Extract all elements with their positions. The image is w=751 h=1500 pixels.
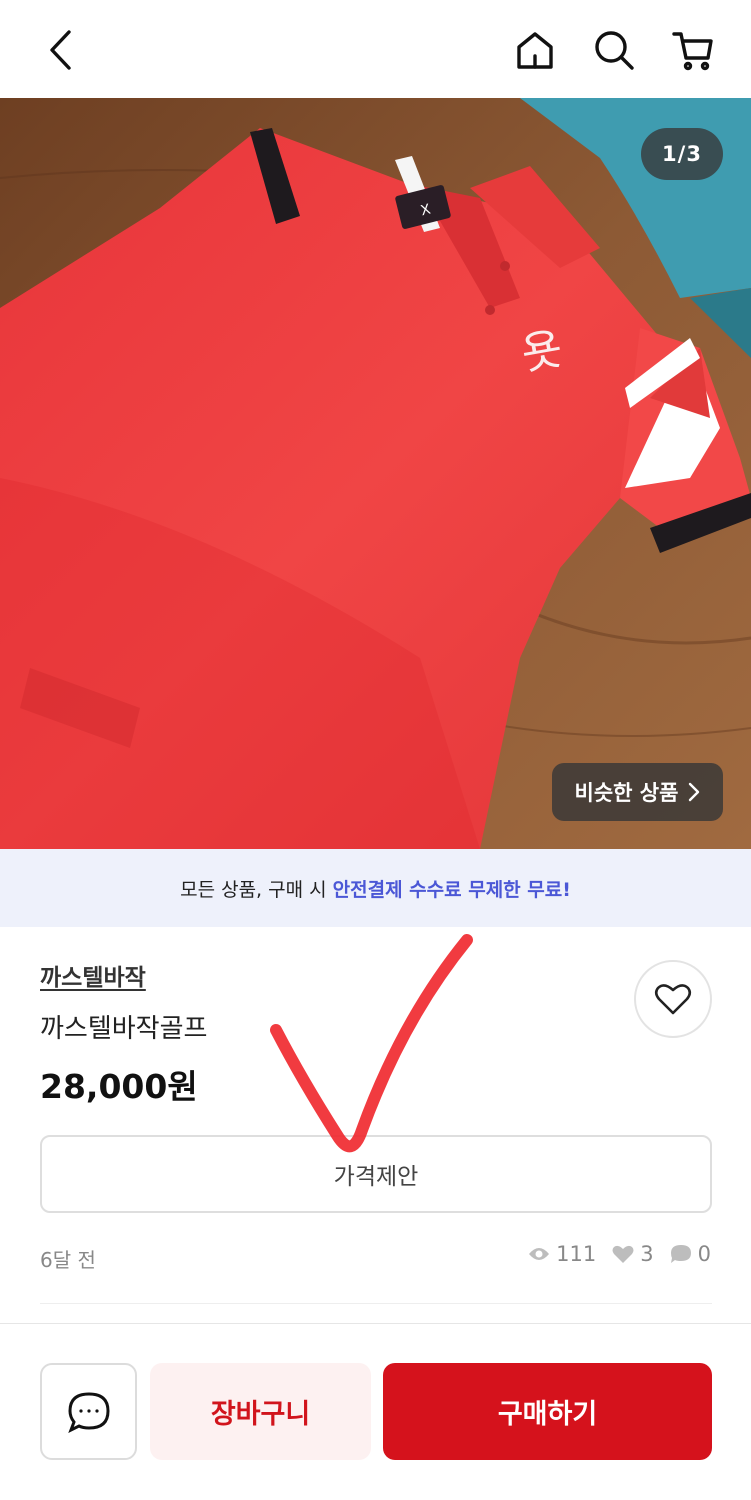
cart-button[interactable]	[667, 24, 719, 76]
price-offer-label: 가격제안	[333, 1164, 419, 1190]
banner-text: 모든 상품, 구매 시	[180, 878, 327, 901]
product-price: 28,000원	[40, 1067, 198, 1106]
top-app-bar	[0, 0, 751, 98]
add-to-cart-label: 장바구니	[210, 1399, 311, 1430]
view-count: 111	[528, 1242, 596, 1266]
similar-products-label: 비슷한 상품	[574, 781, 679, 805]
promo-banner[interactable]: 모든 상품, 구매 시 안전결제 수수료 무제한 무료!	[0, 849, 751, 927]
buy-now-label: 구매하기	[497, 1399, 598, 1430]
heart-icon	[654, 984, 692, 1015]
chat-count: 0	[670, 1242, 711, 1266]
back-icon	[50, 30, 71, 70]
buy-now-button[interactable]: 구매하기	[383, 1363, 712, 1460]
search-button[interactable]	[588, 24, 640, 76]
eye-icon	[529, 1248, 550, 1260]
cart-icon	[672, 32, 713, 71]
bottom-bar-divider	[0, 1323, 751, 1324]
seller-link[interactable]: 까스텔바작	[40, 958, 146, 992]
like-button[interactable]	[634, 960, 712, 1038]
search-icon	[595, 31, 634, 70]
like-count-value: 3	[640, 1242, 654, 1266]
chat-count-value: 0	[697, 1242, 711, 1266]
price-offer-button[interactable]: 가격제안	[40, 1135, 712, 1213]
chat-bubble-icon	[670, 1245, 691, 1263]
back-button[interactable]	[34, 24, 86, 76]
home-icon	[517, 32, 553, 69]
posted-time: 6달 전	[40, 1248, 96, 1272]
product-title: 까스텔바작골프	[40, 1014, 208, 1044]
chat-icon	[67, 1391, 110, 1433]
chevron-right-icon	[689, 782, 700, 802]
chat-button[interactable]	[40, 1363, 137, 1460]
similar-products-button[interactable]: 비슷한 상품	[552, 763, 723, 821]
like-count: 3	[612, 1242, 654, 1266]
banner-highlight: 안전결제 수수료 무제한 무료!	[332, 878, 571, 901]
view-count-value: 111	[556, 1242, 597, 1266]
product-stats: 111 3 0	[528, 1242, 711, 1266]
home-button[interactable]	[509, 24, 561, 76]
heart-filled-icon	[612, 1245, 634, 1263]
product-photo[interactable]: X 욧	[0, 98, 751, 849]
product-image: X 욧	[0, 98, 751, 849]
add-to-cart-button[interactable]: 장바구니	[150, 1363, 371, 1460]
checkmark-annotation	[270, 934, 473, 1153]
divider	[40, 1303, 712, 1304]
image-counter: 1/3	[641, 128, 723, 180]
